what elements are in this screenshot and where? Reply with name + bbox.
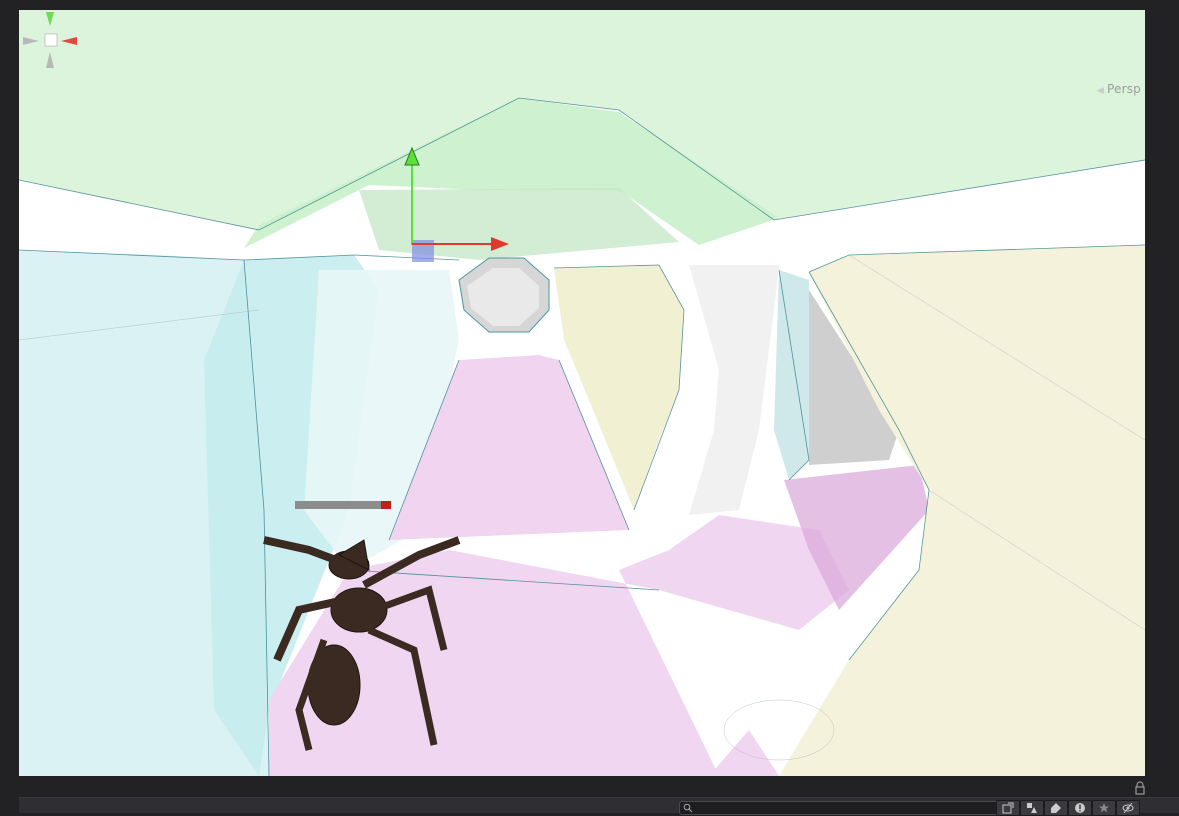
open-window-button[interactable] (996, 800, 1020, 816)
projection-toggle[interactable]: ◀ Persp (1089, 82, 1141, 96)
bottom-toolbar (19, 797, 1179, 816)
warning-icon (1075, 803, 1085, 813)
gizmo-y-axis-icon (46, 12, 54, 26)
perspective-arrow-icon: ◀ (1096, 86, 1104, 96)
enemy-health-bar (295, 501, 381, 509)
favorites-star-icon (1099, 803, 1109, 813)
enemy-health-bar-damage (381, 501, 391, 509)
projection-label: Persp (1107, 82, 1141, 96)
open-window-icon (1002, 802, 1014, 814)
label-tag-icon (1051, 803, 1061, 813)
favorites-button[interactable] (1092, 800, 1116, 816)
label-tag-button[interactable] (1044, 800, 1068, 816)
gizmo-center-cube-icon (44, 33, 58, 47)
orientation-gizmo[interactable] (19, 10, 81, 72)
scene-viewport[interactable]: ◀ Persp (19, 10, 1145, 776)
search-input[interactable] (696, 802, 986, 814)
visibility-eye-icon (1122, 802, 1134, 814)
gizmo-neg-y-axis-icon (46, 52, 54, 68)
search-field[interactable] (679, 801, 999, 815)
visibility-button[interactable] (1116, 800, 1140, 816)
warning-button[interactable] (1068, 800, 1092, 816)
lock-icon[interactable] (1134, 781, 1146, 795)
filter-by-type-icon (1027, 803, 1037, 813)
gizmo-x-axis-icon (61, 37, 77, 45)
gizmo-neg-x-axis-icon (23, 37, 39, 45)
scene-geometry[interactable] (19, 10, 1145, 776)
filter-by-type-button[interactable] (1020, 800, 1044, 816)
